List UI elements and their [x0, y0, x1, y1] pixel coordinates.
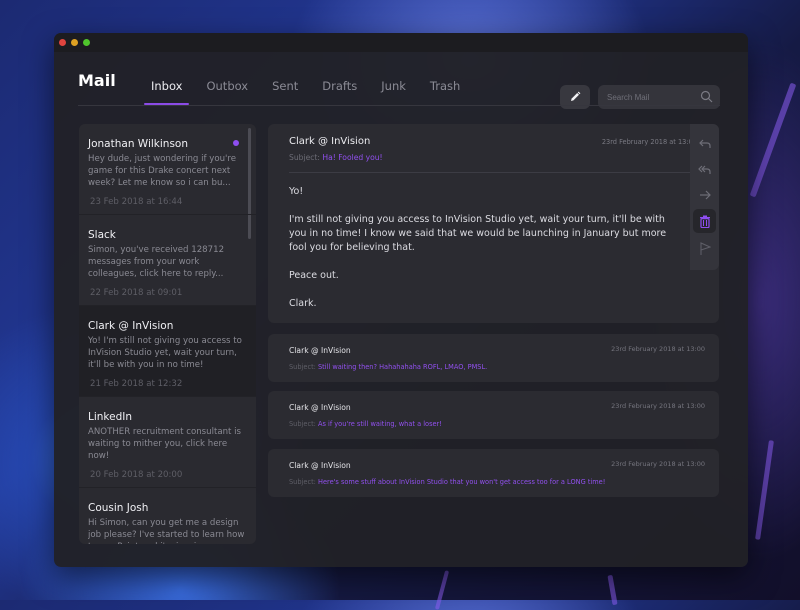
- message-date: 20 Feb 2018 at 20:00: [90, 470, 183, 480]
- subject-text: Here's some stuff about InVision Studio …: [317, 478, 606, 486]
- subject-label: Subject:: [289, 478, 316, 486]
- app-title: Mail: [78, 71, 116, 90]
- tab-drafts[interactable]: Drafts: [315, 79, 364, 93]
- email-body-paragraph: I'm still not giving you access to InVis…: [289, 214, 667, 253]
- message-date: 21 Feb 2018 at 12:32: [90, 379, 183, 389]
- email-actions-toolbar: [690, 124, 719, 270]
- background-stripe: [749, 82, 797, 198]
- sender-name: Clark @ InVision: [88, 320, 174, 332]
- subject-text: Still waiting then? Hahahahaha ROFL, LMA…: [317, 363, 488, 371]
- header: Mail Inbox Outbox Sent Drafts Junk Trash: [54, 52, 748, 109]
- tab-trash[interactable]: Trash: [423, 79, 467, 93]
- message-preview: ANOTHER recruitment consultant is waitin…: [88, 427, 242, 461]
- email-sender: Clark @ InVision: [289, 346, 351, 355]
- reply-button[interactable]: [693, 132, 716, 156]
- background-stripe: [434, 570, 450, 610]
- message-list-item[interactable]: Cousin Josh Hi Simon, can you get me a d…: [79, 488, 256, 544]
- background-stripe: [607, 574, 618, 606]
- tab-inbox[interactable]: Inbox: [144, 79, 190, 105]
- tab-outbox[interactable]: Outbox: [199, 79, 255, 93]
- message-preview: Hey dude, just wondering if you're game …: [88, 154, 237, 188]
- message-preview: Hi Simon, can you get me a design job pl…: [88, 518, 245, 544]
- mail-window: Mail Inbox Outbox Sent Drafts Junk Trash: [54, 33, 748, 567]
- email-divider: [289, 172, 700, 173]
- message-list-item[interactable]: LinkedIn ANOTHER recruitment consultant …: [79, 397, 256, 488]
- email-sender: Clark @ InVision: [289, 461, 351, 470]
- email-body: Yo! I'm still not giving you access to I…: [289, 185, 679, 325]
- sender-name: LinkedIn: [88, 411, 133, 423]
- close-window-button[interactable]: [59, 39, 66, 46]
- message-date: 22 Feb 2018 at 09:01: [90, 288, 183, 298]
- email-subject: Subject: Still waiting then? Hahahahaha …: [289, 363, 487, 371]
- header-divider: [78, 105, 720, 106]
- subject-text: As if you're still waiting, what a loser…: [317, 420, 442, 428]
- message-list-item[interactable]: Slack Simon, you've received 128712 mess…: [79, 215, 256, 306]
- flag-button[interactable]: [693, 237, 716, 261]
- reply-all-button[interactable]: [693, 158, 716, 182]
- message-preview: Yo! I'm still not giving you access to I…: [88, 336, 242, 370]
- email-body-paragraph: Clark.: [289, 298, 317, 309]
- email-subject: Subject: Here's some stuff about InVisio…: [289, 478, 605, 486]
- reply-icon: [698, 139, 711, 148]
- email-date: 23rd February 2018 at 13:00: [611, 345, 705, 353]
- email-date: 23rd February 2018 at 13:00: [611, 460, 705, 468]
- pencil-icon: [571, 91, 581, 101]
- forward-icon: [699, 190, 711, 200]
- search-icon[interactable]: [700, 90, 713, 103]
- message-date: 23 Feb 2018 at 16:44: [90, 197, 183, 207]
- sender-name: Jonathan Wilkinson: [88, 138, 188, 150]
- minimize-window-button[interactable]: [71, 39, 78, 46]
- email-sender: Clark @ InVision: [289, 403, 351, 412]
- folder-tabs: Inbox Outbox Sent Drafts Junk Trash: [144, 79, 477, 105]
- open-email: Clark @ InVision 23rd February 2018 at 1…: [268, 124, 719, 323]
- trash-icon: [699, 215, 710, 228]
- sender-name: Slack: [88, 229, 116, 241]
- sender-name: Cousin Josh: [88, 502, 149, 514]
- unread-indicator: [233, 140, 239, 146]
- tab-sent[interactable]: Sent: [265, 79, 305, 93]
- email-date: 23rd February 2018 at 13:00: [601, 138, 697, 146]
- flag-icon: [699, 242, 711, 255]
- message-preview: Simon, you've received 128712 messages f…: [88, 245, 225, 279]
- delete-button[interactable]: [693, 209, 716, 233]
- message-list: Jonathan Wilkinson Hey dude, just wonder…: [79, 124, 256, 544]
- email-date: 23rd February 2018 at 13:00: [611, 402, 705, 410]
- thread-email-item[interactable]: Clark @ InVision 23rd February 2018 at 1…: [268, 334, 719, 382]
- email-subject: Subject: Ha! Fooled you!: [289, 153, 383, 162]
- maximize-window-button[interactable]: [83, 39, 90, 46]
- thread-email-item[interactable]: Clark @ InVision 23rd February 2018 at 1…: [268, 391, 719, 439]
- subject-label: Subject:: [289, 153, 320, 162]
- email-subject: Subject: As if you're still waiting, wha…: [289, 420, 442, 428]
- tab-junk[interactable]: Junk: [374, 79, 413, 93]
- forward-button[interactable]: [693, 183, 716, 207]
- search-input[interactable]: [598, 91, 699, 103]
- background-stripe: [755, 440, 774, 540]
- message-list-item[interactable]: Jonathan Wilkinson Hey dude, just wonder…: [79, 124, 256, 215]
- title-bar: [54, 33, 748, 52]
- subject-label: Subject:: [289, 363, 316, 371]
- subject-label: Subject:: [289, 420, 316, 428]
- message-list-item-selected[interactable]: Clark @ InVision Yo! I'm still not givin…: [79, 306, 256, 397]
- email-sender: Clark @ InVision: [289, 136, 371, 147]
- email-body-paragraph: Yo!: [289, 186, 304, 197]
- subject-text: Ha! Fooled you!: [322, 153, 383, 162]
- email-body-paragraph: Peace out.: [289, 270, 339, 281]
- reply-all-icon: [697, 165, 711, 174]
- thread-email-item[interactable]: Clark @ InVision 23rd February 2018 at 1…: [268, 449, 719, 497]
